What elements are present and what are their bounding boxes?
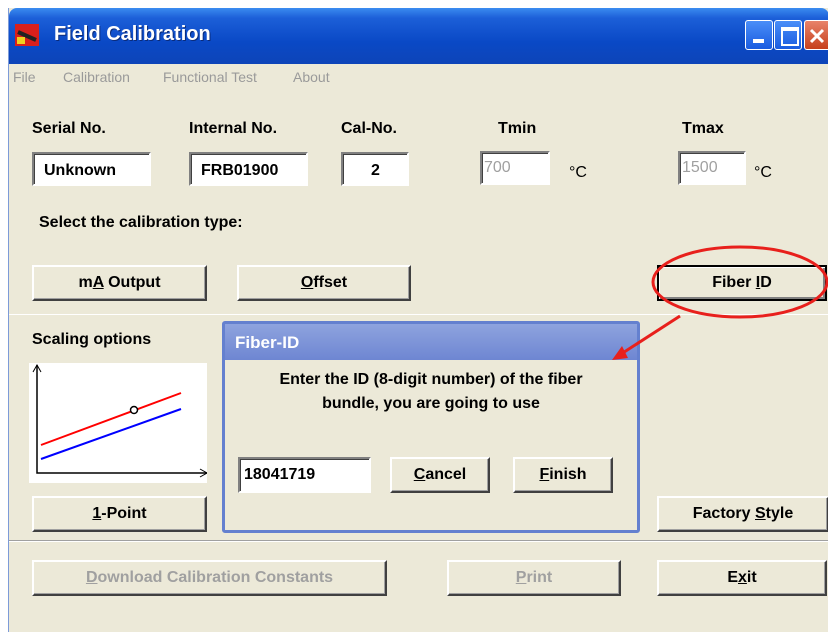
highlight-ellipse	[651, 245, 828, 319]
annotation-arrow	[617, 314, 681, 358]
annotation-overlay	[612, 245, 828, 360]
annotation-arrowhead	[612, 346, 628, 360]
